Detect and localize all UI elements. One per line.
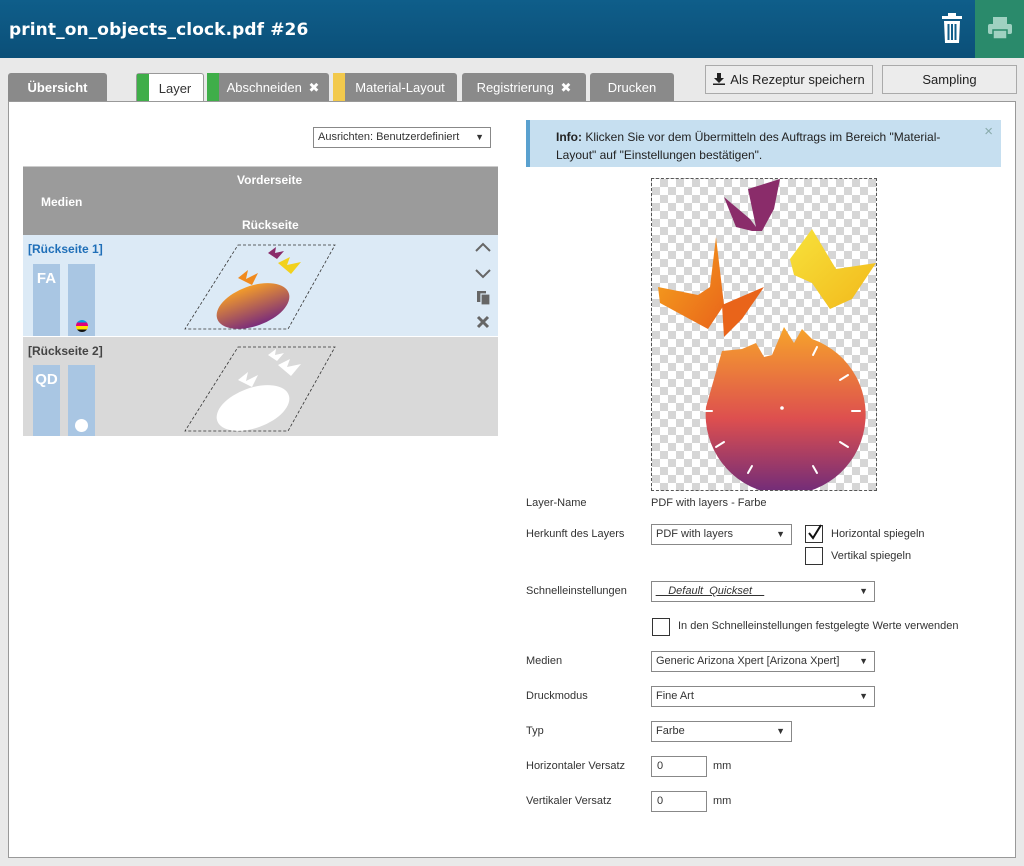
print-button[interactable] bbox=[975, 0, 1024, 58]
layer-thumbnail bbox=[184, 346, 336, 432]
duplicate-icon[interactable] bbox=[476, 290, 492, 309]
h-offset-input[interactable]: 0 bbox=[651, 756, 707, 777]
layer-row[interactable]: [Rückseite 1] FA bbox=[23, 235, 498, 336]
ink-bar bbox=[68, 264, 95, 336]
align-select[interactable]: Ausrichten: Benutzerdefiniert ▼ bbox=[313, 127, 491, 148]
delete-icon[interactable] bbox=[476, 315, 490, 332]
divider bbox=[23, 166, 498, 167]
sampling-button[interactable]: Sampling bbox=[882, 65, 1017, 94]
button-label: Sampling bbox=[922, 72, 977, 87]
type-select[interactable]: Farbe ▼ bbox=[651, 721, 792, 742]
save-recipe-button[interactable]: Als Rezeptur speichern bbox=[705, 65, 873, 94]
chevron-down-icon: ▼ bbox=[776, 529, 785, 539]
chevron-down-icon: ▼ bbox=[859, 586, 868, 596]
flip-horizontal-checkbox[interactable] bbox=[805, 524, 823, 543]
unit-label: mm bbox=[713, 760, 732, 772]
close-icon[interactable]: ✖ bbox=[561, 80, 572, 95]
white-ink-icon bbox=[75, 419, 88, 432]
h-offset-label: Horizontaler Versatz bbox=[526, 760, 626, 772]
tab-material-layout[interactable]: Material-Layout bbox=[333, 73, 457, 102]
tab-uebersicht[interactable]: Übersicht bbox=[8, 73, 107, 102]
chevron-down-icon: ▼ bbox=[776, 726, 785, 736]
col-rueckseite: Rückseite bbox=[242, 218, 299, 232]
chevron-down-icon: ▼ bbox=[859, 691, 868, 701]
badge-label: QD bbox=[35, 371, 58, 388]
select-value: __Default_Quickset__ bbox=[656, 585, 765, 597]
layer-label: [Rückseite 1] bbox=[28, 242, 103, 256]
chevron-down-icon: ▼ bbox=[859, 656, 868, 666]
type-label: Typ bbox=[526, 725, 544, 737]
select-value: Generic Arizona Xpert [Arizona Xpert] bbox=[656, 655, 840, 667]
status-flag bbox=[207, 73, 219, 102]
info-message: Info: Klicken Sie vor dem Übermitteln de… bbox=[526, 120, 1001, 167]
col-medien: Medien bbox=[41, 195, 83, 209]
status-flag bbox=[333, 73, 345, 102]
tab-label: Layer bbox=[158, 81, 192, 96]
v-offset-label: Vertikaler Versatz bbox=[526, 795, 612, 807]
close-icon[interactable]: ✖ bbox=[308, 80, 319, 95]
tab-label: Material-Layout bbox=[355, 80, 445, 95]
tab-layer[interactable]: Layer bbox=[136, 73, 204, 103]
printer-icon bbox=[988, 17, 1012, 40]
close-icon[interactable]: × bbox=[984, 123, 993, 140]
use-quickset-checkbox[interactable] bbox=[652, 618, 670, 636]
tab-label: Übersicht bbox=[27, 80, 88, 95]
layer-label: [Rückseite 2] bbox=[28, 344, 103, 358]
layer-row[interactable]: [Rückseite 2] QD bbox=[23, 337, 498, 436]
flip-vertical-label: Vertikal spiegeln bbox=[831, 550, 912, 562]
tab-registrierung[interactable]: Registrierung ✖ bbox=[462, 73, 586, 102]
info-text: Info: Klicken Sie vor dem Übermitteln de… bbox=[556, 128, 966, 164]
col-vorderseite: Vorderseite bbox=[237, 173, 303, 187]
chevron-down-icon: ▼ bbox=[475, 132, 484, 142]
select-value: Fine Art bbox=[656, 690, 694, 702]
app-header: print_on_objects_clock.pdf #26 bbox=[0, 0, 1024, 58]
origin-label: Herkunft des Layers bbox=[526, 528, 625, 540]
button-label: Als Rezeptur speichern bbox=[730, 72, 865, 87]
status-flag bbox=[137, 74, 149, 103]
download-icon bbox=[713, 73, 726, 85]
layer-preview bbox=[651, 178, 877, 495]
cmyk-icon bbox=[76, 320, 88, 332]
trash-icon[interactable] bbox=[934, 11, 970, 47]
unit-label: mm bbox=[713, 795, 732, 807]
checkmark-icon bbox=[808, 524, 822, 540]
select-value: PDF with layers bbox=[656, 528, 734, 540]
move-up-icon[interactable] bbox=[475, 241, 491, 255]
layer-table-header: Medien Vorderseite Rückseite bbox=[23, 167, 498, 235]
tab-label: Drucken bbox=[607, 80, 657, 95]
layer-name-value: PDF with layers - Farbe bbox=[651, 497, 767, 509]
move-down-icon[interactable] bbox=[475, 268, 491, 282]
preview-artwork bbox=[658, 179, 876, 495]
flip-horizontal-label: Horizontal spiegeln bbox=[831, 528, 925, 540]
print-mode-select[interactable]: Fine Art ▼ bbox=[651, 686, 875, 707]
layer-thumbnail bbox=[184, 244, 336, 330]
select-value: Ausrichten: Benutzerdefiniert bbox=[318, 131, 460, 143]
badge-label: FA bbox=[36, 270, 57, 287]
layer-name-label: Layer-Name bbox=[526, 497, 587, 509]
use-quickset-label: In den Schnelleinstellungen festgelegte … bbox=[678, 620, 959, 632]
info-strong: Info: bbox=[556, 130, 582, 144]
media-label: Medien bbox=[526, 655, 563, 667]
ink-bar bbox=[68, 365, 95, 436]
quickset-label: Schnelleinstellungen bbox=[526, 585, 627, 597]
info-body: Klicken Sie vor dem Übermitteln des Auft… bbox=[556, 130, 941, 162]
v-offset-input[interactable]: 0 bbox=[651, 791, 707, 812]
print-mode-label: Druckmodus bbox=[526, 690, 588, 702]
media-select[interactable]: Generic Arizona Xpert [Arizona Xpert] ▼ bbox=[651, 651, 875, 672]
job-title: print_on_objects_clock.pdf #26 bbox=[9, 20, 309, 40]
tab-label: Abschneiden bbox=[226, 80, 302, 95]
quickset-select[interactable]: __Default_Quickset__ ▼ bbox=[651, 581, 875, 602]
tab-drucken[interactable]: Drucken bbox=[590, 73, 674, 102]
tab-abschneiden[interactable]: Abschneiden ✖ bbox=[207, 73, 329, 102]
tab-label: Registrierung bbox=[476, 80, 554, 95]
select-value: Farbe bbox=[656, 725, 685, 737]
origin-select[interactable]: PDF with layers ▼ bbox=[651, 524, 792, 545]
flip-vertical-checkbox[interactable] bbox=[805, 547, 823, 565]
media-badge: FA bbox=[33, 264, 60, 336]
media-badge: QD bbox=[33, 365, 60, 436]
